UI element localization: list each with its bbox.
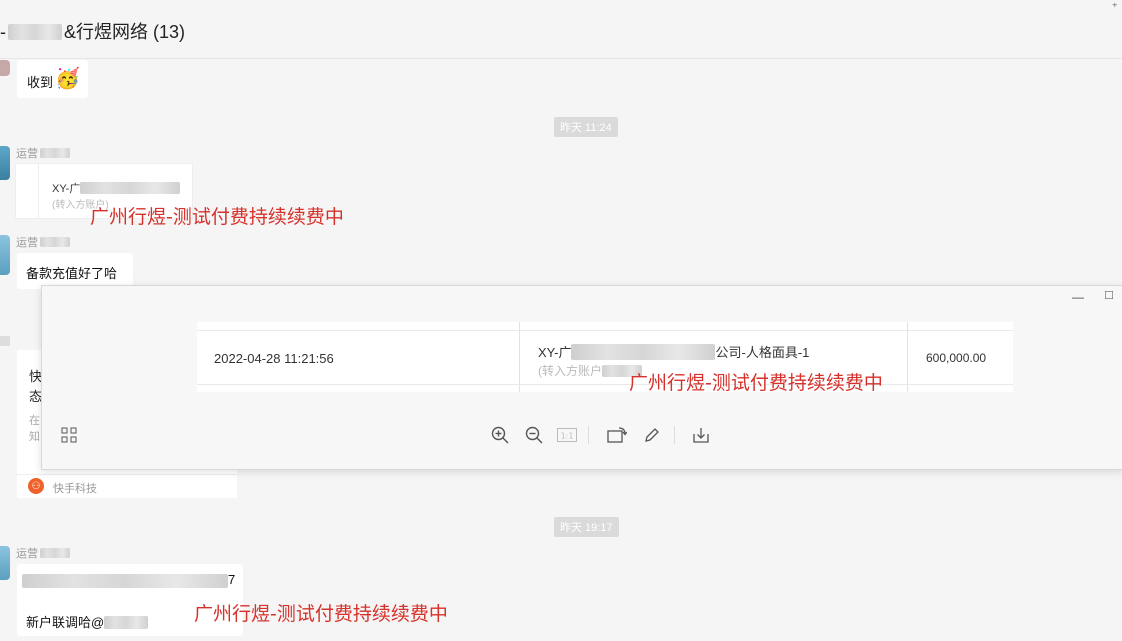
sender-name: 运营 [16,545,70,561]
download-icon[interactable] [691,425,711,445]
account-name: XY-广 公司-人格面具-1 [538,344,810,360]
watermark: 广州行煜-测试付费持续续费中 [90,206,344,228]
watermark: 广州行煜-测试付费持续续费中 [194,603,448,625]
avatar[interactable] [0,146,10,180]
grid-icon[interactable] [59,425,79,445]
edit-icon[interactable] [642,425,662,445]
actual-size-icon[interactable]: 1:1 [557,425,577,445]
amount: 600,000.00 [926,351,987,365]
chat-title-prefix: - [0,22,6,42]
message-bubble: 收到 🥳 [17,60,88,98]
timestamp: 昨天 11:24 [554,117,618,137]
svg-text:1:1: 1:1 [561,432,574,441]
timestamp: 昨天 19:17 [554,517,619,537]
transaction-date: 2022-04-28 11:21:56 [214,351,334,366]
chat-title: - &行煜网络 (13) [0,18,185,44]
minimize-button[interactable]: — [1072,290,1084,304]
zoom-in-icon[interactable] [490,425,510,445]
kuaishou-logo-icon: ⚇ [28,478,44,494]
chat-title-suffix: &行煜网络 (13) [64,22,186,42]
message-text: 新户联调哈@ [26,612,149,631]
account-sub: (转入方账户 [538,362,642,379]
message-bubble: 备款充值好了哈 [17,253,133,289]
avatar[interactable] [0,235,10,275]
card-title: XY-广 [52,180,181,196]
toolbar-divider [588,426,589,444]
rotate-icon[interactable] [607,425,627,445]
toolbar-divider [674,426,675,444]
image-viewer-window[interactable]: — □ 2022-04-28 11:21:56 XY-广 公司-人格面具-1 (转… [41,285,1122,470]
watermark: 广州行煜-测试付费持续续费中 [629,372,883,394]
avatar[interactable] [0,546,10,580]
avatar[interactable] [0,60,10,76]
sender-name: 运营 [16,145,70,161]
party-emoji-icon: 🥳 [55,68,80,90]
message-text: 收到 [27,75,54,90]
maximize-button[interactable]: □ [1105,287,1113,302]
zoom-out-icon[interactable] [524,425,544,445]
chat-header: - &行煜网络 (13) ⁺ [0,0,1122,59]
avatar[interactable] [0,336,10,346]
message-text: 备款充值好了哈 [26,266,118,281]
sender-name: 运营 [16,234,70,250]
transfer-record-image: 2022-04-28 11:21:56 XY-广 公司-人格面具-1 (转入方账户… [197,322,1013,392]
redacted-name [8,24,62,40]
corner-mark: ⁺ [1111,0,1118,14]
card-source: 快手科技 [53,483,97,495]
